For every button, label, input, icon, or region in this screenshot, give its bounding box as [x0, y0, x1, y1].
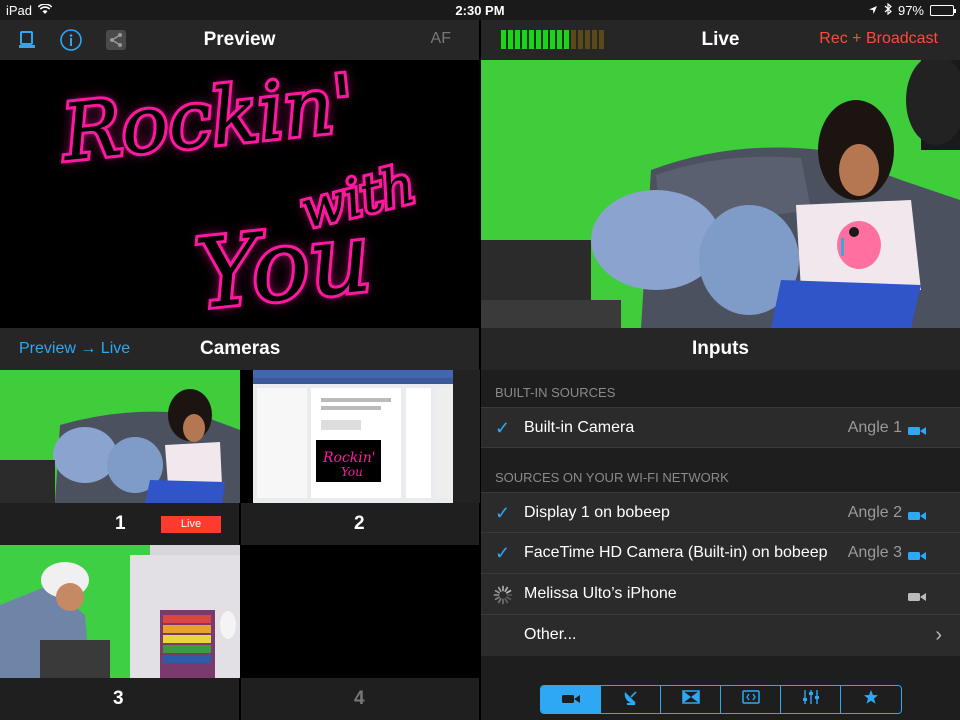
- input-label: Built-in Camera: [524, 419, 635, 436]
- camera-3-thumbnail: [0, 545, 240, 678]
- inputs-panel: Inputs BUILT-IN SOURCES ✓ Built-in Camer…: [481, 328, 960, 720]
- camera-tile-3[interactable]: [0, 545, 240, 678]
- input-row-display-1[interactable]: ✓ Display 1 on bobeep Angle 2: [481, 492, 960, 533]
- video-camera-icon: [908, 548, 926, 566]
- input-row-built-in-camera[interactable]: ✓ Built-in Camera Angle 1: [481, 407, 960, 448]
- loading-spinner-icon: [493, 585, 513, 610]
- video-camera-icon: [908, 423, 926, 441]
- wifi-sources-header: SOURCES ON YOUR WI-FI NETWORK: [495, 470, 729, 485]
- live-badge: Live: [161, 516, 221, 533]
- satellite-dish-icon: [622, 688, 640, 711]
- tab-graphics[interactable]: [721, 686, 781, 713]
- svg-text:Rockin': Rockin': [322, 450, 376, 466]
- camera-tile-2[interactable]: Rockin' You: [241, 370, 480, 503]
- tab-audio-mixer[interactable]: [781, 686, 841, 713]
- video-camera-icon: [908, 508, 926, 526]
- inputs-title: Inputs: [481, 328, 960, 370]
- cameras-title: Cameras: [200, 338, 281, 359]
- live-video-frame: [481, 60, 960, 328]
- camera-3-caption: 3: [0, 678, 240, 720]
- tab-broadcast[interactable]: [601, 686, 661, 713]
- camera-2-caption: 2: [241, 503, 480, 545]
- video-camera-icon: [908, 589, 926, 607]
- graphics-icon: [741, 690, 760, 709]
- status-bar: iPad 2:30 PM 97%: [0, 0, 960, 20]
- input-row-facetime-camera[interactable]: ✓ FaceTime HD Camera (Built-in) on bobee…: [481, 533, 960, 574]
- svg-text:You: You: [341, 465, 363, 479]
- preview-toolbar: Preview AF: [0, 20, 480, 60]
- camera-number: 2: [354, 513, 365, 534]
- preview-title: Preview: [203, 29, 276, 50]
- camera-1-caption: 1 Live: [0, 503, 240, 545]
- camera-tile-4[interactable]: [241, 545, 480, 678]
- checkmark-icon: ✓: [495, 418, 511, 438]
- transition-icon: [681, 690, 700, 709]
- location-icon: [868, 3, 878, 18]
- preview-graphic-line1: Rockin': [55, 60, 362, 182]
- builtin-sources-header: BUILT-IN SOURCES: [495, 385, 616, 400]
- input-label: Melissa Ulto’s iPhone: [524, 585, 677, 602]
- cameras-header: Preview → Live Cameras: [0, 328, 480, 370]
- live-toolbar: Live Rec + Broadcast: [481, 20, 960, 60]
- tab-favorites[interactable]: [841, 686, 901, 713]
- tab-inputs[interactable]: [541, 686, 601, 713]
- camera-number: 4: [354, 688, 365, 709]
- live-monitor: [481, 60, 960, 328]
- preview-monitor[interactable]: Rockin' with You: [0, 60, 480, 328]
- tab-transitions[interactable]: [661, 686, 721, 713]
- angle-label: Angle 2: [847, 504, 902, 521]
- video-camera-icon: [561, 691, 580, 709]
- battery-percent: 97%: [897, 3, 924, 18]
- autofocus-button[interactable]: AF: [431, 30, 451, 48]
- rec-broadcast-button[interactable]: Rec + Broadcast: [819, 30, 938, 48]
- angle-label: Angle 3: [847, 544, 902, 561]
- input-label: Display 1 on bobeep: [524, 504, 670, 521]
- input-row-iphone[interactable]: Melissa Ulto’s iPhone: [481, 574, 960, 615]
- bluetooth-icon: [884, 2, 892, 18]
- checkmark-icon: ✓: [495, 543, 511, 563]
- input-label: Other...: [524, 626, 577, 643]
- camera-tile-1[interactable]: [0, 370, 240, 503]
- status-time: 2:30 PM: [455, 3, 505, 18]
- camera-4-caption: 4: [241, 678, 480, 720]
- camera-number: 1: [115, 513, 126, 534]
- battery-icon: [930, 5, 956, 16]
- preview-to-live-button[interactable]: Preview → Live: [19, 340, 130, 358]
- angle-label: Angle 1: [847, 419, 902, 436]
- star-icon: [863, 689, 879, 710]
- preview-graphic-line3: You: [188, 198, 379, 328]
- camera-number: 3: [113, 688, 124, 709]
- checkmark-icon: ✓: [495, 503, 511, 523]
- panel-tab-bar: [540, 685, 902, 714]
- input-label: FaceTime HD Camera (Built-in) on bobeep: [524, 544, 828, 561]
- camera-1-thumbnail: [0, 370, 240, 503]
- chevron-right-icon: ›: [935, 624, 942, 646]
- input-row-other[interactable]: Other... ›: [481, 615, 960, 656]
- camera-2-thumbnail: Rockin' You: [253, 370, 480, 503]
- mixer-icon: [802, 689, 820, 710]
